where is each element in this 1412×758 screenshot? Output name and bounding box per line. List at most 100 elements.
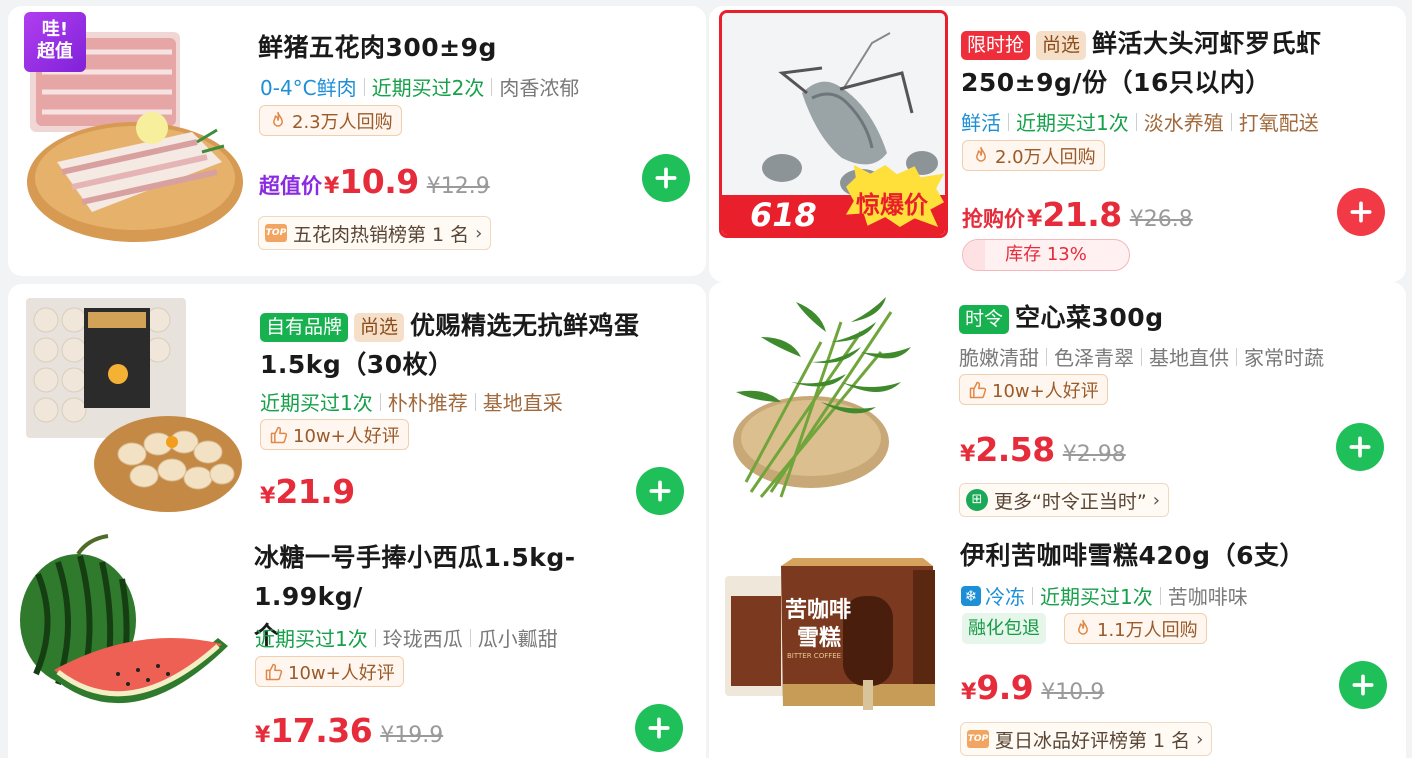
currency-symbol: ¥ (960, 442, 976, 467)
rebuy-pill: 1.1万人回购 (1064, 613, 1207, 644)
ice-cream-image[interactable]: 苦咖啡 雪糕 BITTER COFFEE (723, 556, 939, 716)
promo-badge-line2: 超值 (37, 41, 73, 62)
rebuy-pill: 2.0万人回购 (962, 140, 1105, 171)
rank-text: 夏日冰品好评榜第 1 名 (995, 729, 1191, 752)
tag: 瓜小瓤甜 (477, 627, 558, 651)
flame-icon (268, 111, 288, 131)
price-row: ¥ 17.36 ¥19.9 (255, 711, 443, 750)
plus-icon (1347, 434, 1373, 460)
own-brand-badge: 自有品牌 (260, 312, 349, 342)
product-card-watermelon[interactable]: 冰糖一号手捧小西瓜1.5kg-1.99kg/ 个 近期买过1次 玲珑西瓜 瓜小瓤… (8, 520, 706, 758)
reviews-pill: 10w+人好评 (255, 656, 404, 687)
tag: 冷冻 (985, 585, 1025, 609)
watermelon-image[interactable] (18, 534, 238, 734)
product-title[interactable]: 时令 空心菜300g (959, 298, 1164, 337)
price: 21.9 (275, 472, 355, 511)
rank-link[interactable]: TOP 五花肉热销榜第 1 名 › (258, 216, 492, 250)
premium-badge: 尚选 (354, 312, 405, 342)
rebuy-text: 2.3万人回购 (292, 111, 393, 133)
stock-text: 库存 13% (1005, 244, 1087, 265)
product-card-pork[interactable]: 哇! 超值 鲜猪五花肉300±9g 0-4°C鲜肉 近期买过2次 肉香浓郁 2.3… (8, 6, 706, 276)
tag: 苦咖啡味 (1167, 585, 1248, 609)
title-line2: 250±9g/份（16只以内） (961, 68, 1271, 97)
top-badge-icon: TOP (265, 224, 287, 242)
add-to-cart-button[interactable] (635, 704, 683, 752)
plus-icon (653, 165, 679, 191)
product-card-eggs[interactable]: 自有品牌 尚选 优赐精选无抗鲜鸡蛋 1.5kg（30枚） 近期买过1次 朴朴推荐 基… (8, 284, 706, 520)
promo-badge: 哇! 超值 (24, 12, 86, 72)
product-tags: 近期买过1次 朴朴推荐 基地直采 (260, 387, 563, 416)
title-text: 空心菜300g (1015, 303, 1164, 332)
plus-icon (1350, 672, 1376, 698)
618-text: 618 (750, 196, 817, 234)
flame-icon (1073, 619, 1093, 639)
product-card-shrimp[interactable]: 618 惊爆价 限时抢 尚选 鲜活大头河虾罗氏虾 250±9g/份（16只以内） 鲜… (709, 6, 1406, 282)
add-to-cart-button[interactable] (1339, 661, 1387, 709)
tag: 家常时蔬 (1244, 346, 1324, 370)
shrimp-image[interactable]: 618 惊爆价 (719, 10, 948, 238)
plus-icon (1348, 199, 1374, 225)
title-line1: 优赐精选无抗鲜鸡蛋 (410, 311, 640, 340)
thumbs-up-icon (269, 425, 289, 445)
tag: 近期买过1次 (260, 391, 373, 415)
tag: 基地直采 (482, 391, 563, 415)
product-title[interactable]: 伊利苦咖啡雪糕420g（6支） (960, 536, 1305, 575)
plus-icon (646, 715, 672, 741)
add-to-cart-button[interactable] (636, 467, 684, 515)
product-tags: 近期买过1次 玲珑西瓜 瓜小瓤甜 (255, 623, 558, 652)
tag: 淡水养殖 (1143, 111, 1224, 135)
eggs-image[interactable] (22, 294, 246, 516)
title-line1: 鲜活大头河虾罗氏虾 (1092, 29, 1322, 58)
rebuy-pill: 2.3万人回购 (259, 105, 402, 136)
tag: 脆嫩清甜 (959, 346, 1039, 370)
tag: 色泽青翠 (1054, 346, 1134, 370)
rank-link[interactable]: TOP 夏日冰品好评榜第 1 名 › (960, 722, 1213, 756)
water-spinach-image[interactable] (731, 292, 931, 508)
tag: 鲜活 (961, 111, 1001, 135)
original-price: ¥2.98 (1062, 442, 1126, 467)
tag: 基地直供 (1149, 346, 1229, 370)
add-to-cart-button[interactable] (642, 154, 690, 202)
tag: 0-4°C鲜肉 (260, 76, 357, 100)
tag: 近期买过1次 (1040, 585, 1153, 609)
stock-bar: 库存 13% (962, 239, 1130, 271)
add-to-cart-button[interactable] (1336, 423, 1384, 471)
price-row: 超值价 ¥ 10.9 ¥12.9 (259, 162, 490, 201)
tag: 打氧配送 (1238, 111, 1319, 135)
currency-symbol: ¥ (260, 484, 276, 509)
seasonal-badge: 时令 (959, 304, 1010, 334)
tag: 近期买过2次 (371, 76, 485, 100)
top-badge-icon: TOP (967, 730, 989, 748)
price: 9.9 (976, 668, 1034, 707)
more-link-text: 更多“时令正当时” (994, 490, 1147, 513)
price: 21.8 (1042, 195, 1122, 234)
product-tags: ❄ 冷冻 近期买过1次 苦咖啡味 (961, 581, 1248, 610)
flash-sale-badge: 限时抢 (961, 30, 1031, 60)
original-price: ¥10.9 (1041, 680, 1105, 705)
add-to-cart-button[interactable] (1337, 188, 1385, 236)
product-card-water-spinach[interactable]: 时令 空心菜300g 脆嫩清甜 色泽青翠 基地直供 家常时蔬 10w+人好评 ¥ … (709, 282, 1406, 522)
product-title[interactable]: 自有品牌 尚选 优赐精选无抗鲜鸡蛋 1.5kg（30枚） (260, 306, 690, 384)
price-row: ¥ 9.9 ¥10.9 (961, 668, 1104, 707)
product-tags: 脆嫩清甜 色泽青翠 基地直供 家常时蔬 (959, 342, 1324, 371)
plus-icon (647, 478, 673, 504)
original-price: ¥19.9 (380, 723, 444, 748)
deal-text: 惊爆价 (856, 191, 928, 219)
promo-badge-line1: 哇! (41, 19, 69, 40)
rebuy-text: 2.0万人回购 (995, 146, 1096, 168)
price: 17.36 (270, 711, 373, 750)
chevron-right-icon: › (1196, 728, 1204, 750)
box-text-3: BITTER COFFEE (787, 652, 842, 660)
price-label: 抢购价 (962, 207, 1025, 231)
product-title[interactable]: 鲜猪五花肉300±9g (258, 28, 497, 67)
box-text-2: 雪糕 (797, 626, 842, 651)
chevron-right-icon: › (475, 222, 483, 244)
original-price: ¥26.8 (1129, 207, 1193, 232)
product-title[interactable]: 限时抢 尚选 鲜活大头河虾罗氏虾 250±9g/份（16只以内） (961, 24, 1391, 102)
currency-symbol: ¥ (324, 174, 340, 199)
product-card-coffee-ice-cream[interactable]: 苦咖啡 雪糕 BITTER COFFEE 伊利苦咖啡雪糕420g（6支） ❄ 冷… (709, 522, 1406, 758)
title-line2: 1.5kg（30枚） (260, 350, 454, 379)
reviews-pill: 10w+人好评 (959, 374, 1108, 405)
tag: 朴朴推荐 (387, 391, 468, 415)
more-seasonal-link[interactable]: ⊞ 更多“时令正当时” › (959, 483, 1169, 517)
